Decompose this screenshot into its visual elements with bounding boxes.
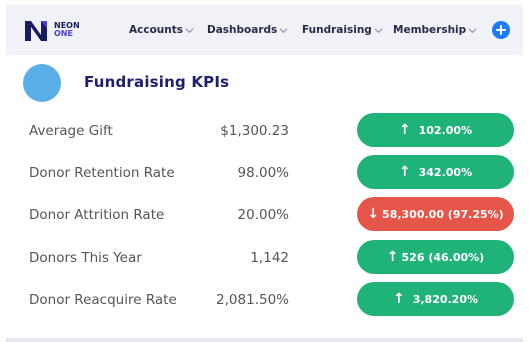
logo-mark-icon xyxy=(25,21,47,41)
kpi-label: Average Gift xyxy=(29,123,113,139)
kpi-row-donor-retention-rate: Donor Retention Rate 98.00% ↑ 342.00% xyxy=(0,153,529,193)
kpi-change-badge[interactable]: ↑ 102.00% xyxy=(357,113,514,147)
arrow-up-icon: ↑ xyxy=(386,249,399,265)
avatar xyxy=(23,64,61,102)
kpi-value: 98.00% xyxy=(237,165,289,181)
kpi-value: $1,300.23 xyxy=(220,123,289,139)
nav-dashboards-label: Dashboards xyxy=(207,24,278,36)
neon-one-logo[interactable]: NEON ONE xyxy=(22,18,92,44)
chevron-down-icon xyxy=(374,27,383,33)
top-nav-bar: NEON ONE Accounts Dashboards Fundraising… xyxy=(6,5,523,55)
kpi-change-badge[interactable]: ↑ 3,820.20% xyxy=(357,282,514,316)
kpi-row-donors-this-year: Donors This Year 1,142 ↑ 526 (46.00%) xyxy=(0,238,529,278)
panel-title: Fundraising KPIs xyxy=(84,73,230,91)
kpi-change-badge[interactable]: ↓ 58,300.00 (97.25%) xyxy=(357,197,514,231)
logo-text: NEON ONE xyxy=(54,22,80,38)
panel-divider xyxy=(6,338,523,342)
kpi-row-donor-reacquire-rate: Donor Reacquire Rate 2,081.50% ↑ 3,820.2… xyxy=(0,280,529,320)
kpi-change-text: 342.00% xyxy=(418,165,473,179)
kpi-change-text: 3,820.20% xyxy=(412,292,479,306)
kpi-row-average-gift: Average Gift $1,300.23 ↑ 102.00% xyxy=(0,111,529,151)
kpi-label: Donor Reacquire Rate xyxy=(29,292,177,308)
chevron-down-icon xyxy=(279,27,288,33)
kpi-label: Donor Retention Rate xyxy=(29,165,175,181)
nav-membership[interactable]: Membership xyxy=(393,22,477,38)
chevron-down-icon xyxy=(185,27,194,33)
nav-membership-label: Membership xyxy=(393,24,467,36)
kpi-row-donor-attrition-rate: Donor Attrition Rate 20.00% ↓ 58,300.00 … xyxy=(0,195,529,235)
chevron-down-icon xyxy=(468,27,477,33)
kpi-label: Donors This Year xyxy=(29,250,142,266)
nav-dashboards[interactable]: Dashboards xyxy=(207,22,288,38)
kpi-value: 20.00% xyxy=(237,207,289,223)
kpi-change-text: 526 (46.00%) xyxy=(401,250,485,264)
arrow-up-icon: ↑ xyxy=(392,291,405,307)
arrow-up-icon: ↑ xyxy=(398,122,411,138)
arrow-down-icon: ↓ xyxy=(367,206,380,222)
kpi-value: 2,081.50% xyxy=(216,292,289,308)
arrow-up-icon: ↑ xyxy=(398,164,411,180)
nav-accounts-label: Accounts xyxy=(129,24,184,36)
kpi-change-badge[interactable]: ↑ 526 (46.00%) xyxy=(357,240,514,274)
kpi-change-text: 102.00% xyxy=(418,123,473,137)
kpi-value: 1,142 xyxy=(250,250,289,266)
kpi-label: Donor Attrition Rate xyxy=(29,207,165,223)
kpi-change-text: 58,300.00 (97.25%) xyxy=(382,207,504,221)
logo-text-line2: ONE xyxy=(54,29,73,38)
add-plus-icon[interactable] xyxy=(492,21,510,39)
nav-accounts[interactable]: Accounts xyxy=(129,22,194,38)
nav-fundraising-label: Fundraising xyxy=(302,24,372,36)
kpi-change-badge[interactable]: ↑ 342.00% xyxy=(357,155,514,189)
nav-fundraising[interactable]: Fundraising xyxy=(302,22,383,38)
